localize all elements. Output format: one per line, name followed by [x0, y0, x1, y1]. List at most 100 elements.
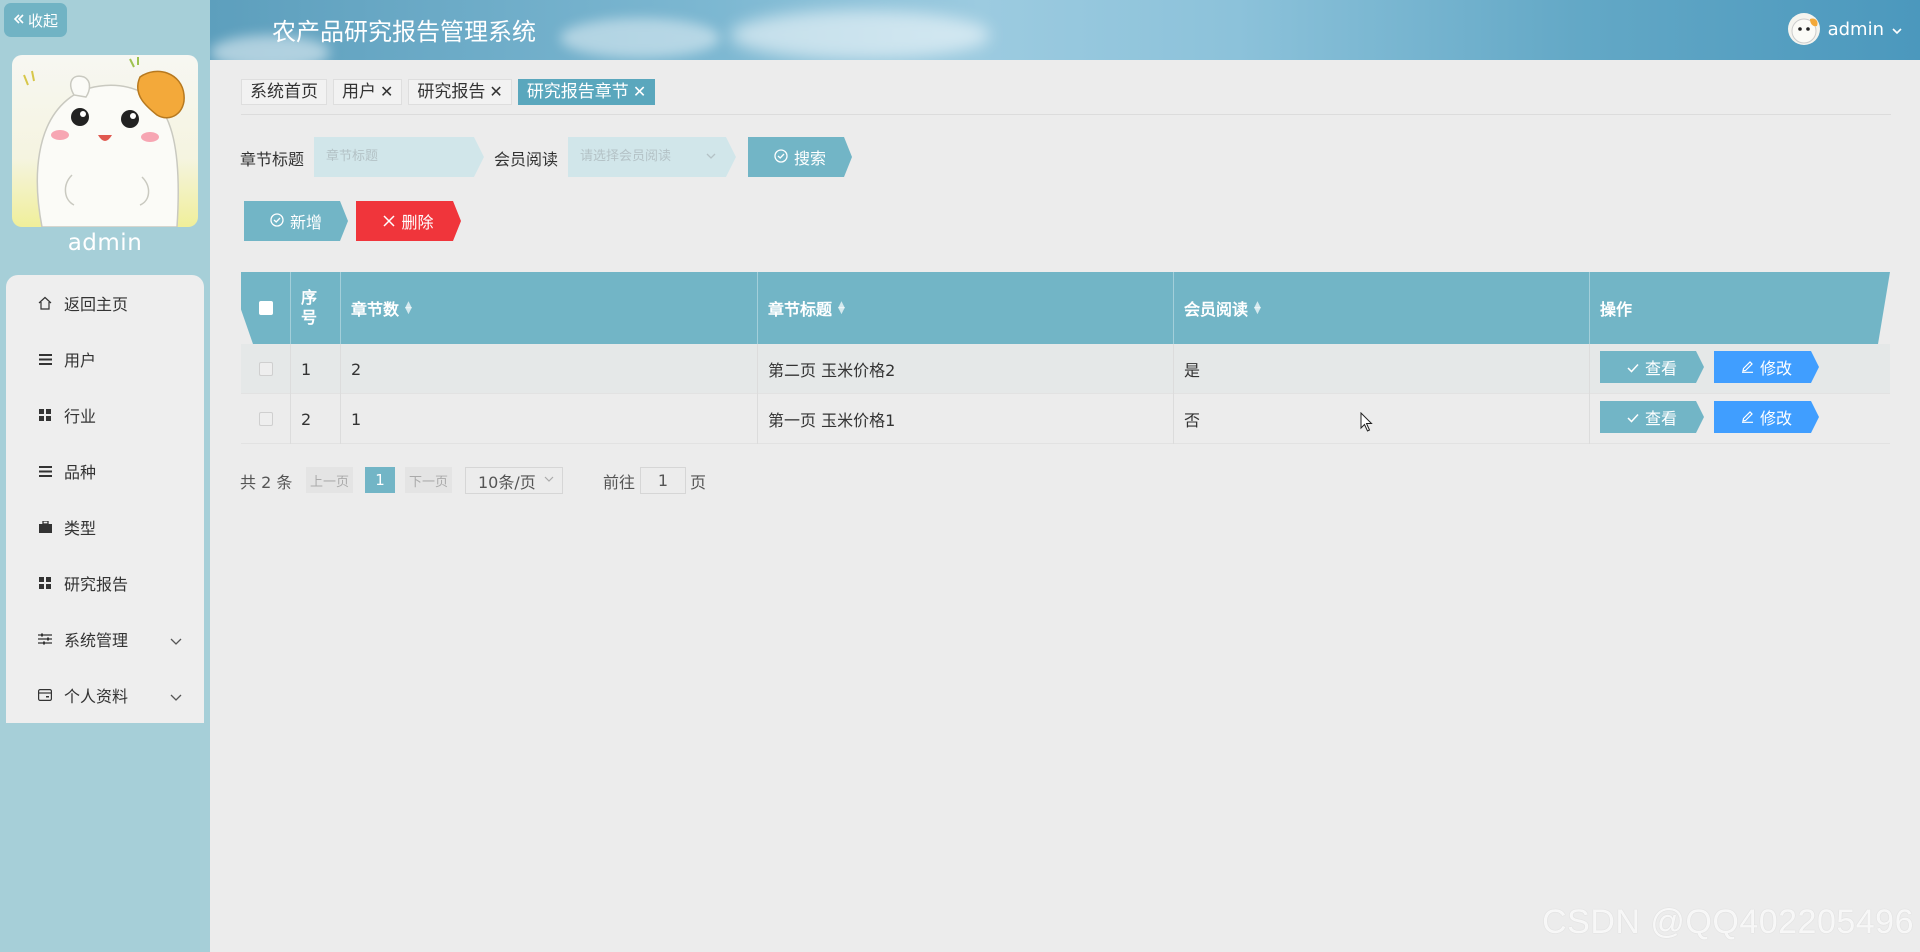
prev-page-button[interactable]: 上一页 — [306, 467, 353, 493]
sidebar-menu: 返回主页 用户 行业 品种 类型 研究报告 系统管理 个人资料 — [6, 275, 204, 723]
member-read-placeholder: 请选择会员阅读 — [580, 149, 672, 164]
home-icon — [37, 295, 53, 311]
chevron-down-icon — [170, 631, 182, 650]
card-icon — [37, 687, 53, 703]
total-count: 共 2 条 — [240, 473, 293, 492]
list-icon — [37, 463, 53, 479]
member-read-select[interactable]: 请选择会员阅读 — [568, 137, 736, 177]
sidebar-item-label: 返回主页 — [64, 295, 129, 314]
collapse-sidebar-button[interactable]: 收起 — [4, 3, 67, 37]
sliders-icon — [37, 631, 53, 647]
sidebar-item-label: 类型 — [64, 519, 97, 538]
sidebar-item-users[interactable]: 用户 — [6, 331, 204, 387]
chevron-down-icon — [1892, 19, 1902, 40]
tab-research-report-chapter[interactable]: 研究报告章节 ✕ — [517, 79, 656, 105]
row-select-cell — [241, 394, 291, 444]
divider — [241, 114, 1891, 115]
check-circle-icon — [774, 148, 788, 167]
sidebar-item-label: 品种 — [64, 463, 97, 482]
user-avatar-large — [12, 55, 198, 227]
add-button[interactable]: 新增 — [244, 201, 348, 241]
sidebar-item-label: 用户 — [64, 351, 97, 370]
chapter-title-label: 章节标题 — [240, 150, 305, 169]
cell-operations: 查看 修改 — [1590, 394, 1890, 444]
next-page-button[interactable]: 下一页 — [405, 467, 452, 493]
page-size-select[interactable]: 10条/页 — [465, 467, 563, 494]
user-menu-dropdown[interactable]: admin — [1787, 12, 1902, 46]
close-icon[interactable]: ✕ — [489, 79, 502, 105]
edit-button[interactable]: 修改 — [1714, 351, 1819, 383]
edit-button[interactable]: 修改 — [1714, 401, 1819, 433]
app-title: 农产品研究报告管理系统 — [272, 18, 536, 46]
tab-label: 研究报告 — [417, 82, 486, 102]
cell-index: 2 — [291, 394, 341, 444]
briefcase-icon — [37, 519, 53, 535]
sidebar-item-label: 个人资料 — [64, 687, 129, 706]
mouse-cursor-icon — [1360, 411, 1374, 436]
double-chevron-left-icon — [13, 11, 25, 29]
close-icon[interactable]: ✕ — [380, 79, 393, 105]
user-avatar — [1787, 13, 1820, 45]
sidebar-username: admin — [67, 230, 143, 256]
grid-icon — [37, 407, 53, 423]
sidebar-item-label: 系统管理 — [64, 631, 129, 650]
delete-button-label: 删除 — [401, 213, 434, 232]
goto-suffix: 页 — [690, 473, 707, 492]
sidebar-item-label: 研究报告 — [64, 575, 129, 594]
sort-icon[interactable]: ▲ ▼ — [1254, 302, 1261, 314]
select-all-header — [241, 272, 291, 344]
tab-bar: 系统首页 用户 ✕ 研究报告 ✕ 研究报告章节 ✕ — [241, 79, 656, 105]
data-table: 序号 章节数 ▲ ▼ 章节标题 ▲ ▼ 会员阅读 ▲ ▼ 操作 1 2 第二页 玉米价… — [241, 272, 1890, 444]
chevron-down-icon — [706, 137, 716, 177]
sidebar-item-system-management[interactable]: 系统管理 — [6, 611, 204, 667]
chevron-down-icon — [544, 473, 554, 486]
column-header-index: 序号 — [291, 272, 341, 344]
sort-icon[interactable]: ▲ ▼ — [838, 302, 845, 314]
row-checkbox[interactable] — [258, 412, 273, 426]
header-username: admin — [1827, 18, 1884, 40]
check-circle-icon — [270, 212, 284, 231]
watermark: CSDN @QQ402205496 — [1542, 903, 1914, 941]
check-icon — [1627, 358, 1639, 377]
cell-operations: 查看 修改 — [1590, 344, 1890, 394]
close-icon[interactable]: ✕ — [633, 79, 646, 105]
sort-icon[interactable]: ▲ ▼ — [405, 302, 412, 314]
sidebar-item-home[interactable]: 返回主页 — [6, 275, 204, 331]
sidebar-item-industry[interactable]: 行业 — [6, 387, 204, 443]
view-button[interactable]: 查看 — [1600, 401, 1704, 433]
edit-icon — [1741, 358, 1754, 377]
tab-home[interactable]: 系统首页 — [241, 79, 327, 105]
close-icon — [383, 212, 395, 231]
cell-chapter-title: 第一页 玉米价格1 — [758, 394, 1174, 444]
cell-chapter-count: 2 — [341, 344, 758, 394]
column-header-chapter-title[interactable]: 章节标题 ▲ ▼ — [758, 272, 1174, 344]
sidebar-item-research-report[interactable]: 研究报告 — [6, 555, 204, 611]
check-icon — [1627, 408, 1639, 427]
list-icon — [37, 351, 53, 367]
sidebar-item-variety[interactable]: 品种 — [6, 443, 204, 499]
row-checkbox[interactable] — [258, 362, 273, 376]
tab-research-report[interactable]: 研究报告 ✕ — [408, 79, 512, 105]
goto-prefix: 前往 — [603, 473, 636, 492]
column-header-member-read[interactable]: 会员阅读 ▲ ▼ — [1174, 272, 1590, 344]
cell-member-read: 是 — [1174, 344, 1590, 394]
search-button-label: 搜索 — [793, 149, 826, 168]
view-button[interactable]: 查看 — [1600, 351, 1704, 383]
tab-users[interactable]: 用户 ✕ — [333, 79, 403, 105]
sidebar-item-profile[interactable]: 个人资料 — [6, 667, 204, 723]
sidebar-item-type[interactable]: 类型 — [6, 499, 204, 555]
select-all-checkbox[interactable] — [259, 301, 273, 315]
delete-button[interactable]: 删除 — [356, 201, 461, 241]
tab-label: 研究报告章节 — [526, 82, 629, 102]
edit-icon — [1741, 408, 1754, 427]
chapter-title-input[interactable]: 章节标题 — [314, 137, 484, 177]
sidebar-item-label: 行业 — [64, 407, 97, 426]
column-header-chapter-count[interactable]: 章节数 ▲ ▼ — [341, 272, 758, 344]
tab-label: 系统首页 — [250, 82, 318, 102]
table-row: 2 1 第一页 玉米价格1 否 查看 修改 — [241, 394, 1890, 444]
page-number-1[interactable]: 1 — [365, 467, 395, 493]
goto-page-input[interactable]: 1 — [640, 467, 686, 494]
table-header: 序号 章节数 ▲ ▼ 章节标题 ▲ ▼ 会员阅读 ▲ ▼ 操作 — [241, 272, 1890, 344]
search-button[interactable]: 搜索 — [748, 137, 852, 177]
collapse-label: 收起 — [27, 11, 58, 30]
